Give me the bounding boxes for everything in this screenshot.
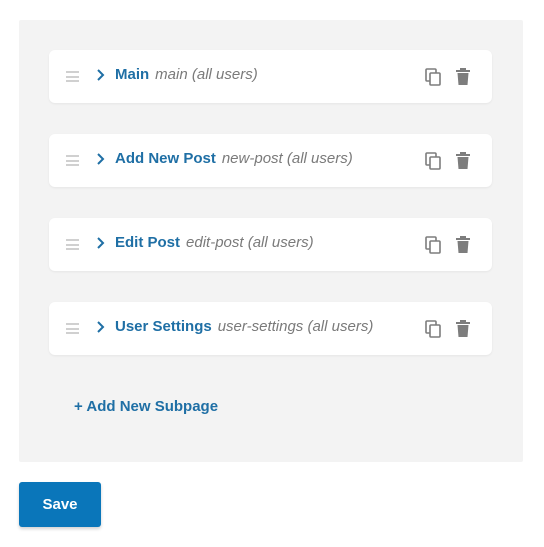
copy-icon[interactable] <box>425 152 441 170</box>
drag-handle-icon[interactable] <box>66 155 79 166</box>
subpage-title-text: User Settings <box>115 318 212 335</box>
subpage-title-text: Main <box>115 66 150 83</box>
subpage-title-text: Edit Post <box>115 234 181 251</box>
subpage-card: User Settings user-settings (all users) <box>49 302 492 355</box>
drag-handle-icon[interactable] <box>66 323 79 334</box>
subpage-card: Add New Post new-post (all users) <box>49 134 492 187</box>
subpage-title[interactable]: Edit Post edit-post (all users) <box>115 234 314 251</box>
copy-icon[interactable] <box>425 320 441 338</box>
trash-icon[interactable] <box>455 68 471 86</box>
chevron-right-icon[interactable] <box>95 319 107 335</box>
subpage-slug: edit-post (all users) <box>186 234 314 251</box>
chevron-right-icon[interactable] <box>95 67 107 83</box>
copy-icon[interactable] <box>425 236 441 254</box>
subpage-title[interactable]: Main main (all users) <box>115 66 258 83</box>
add-subpage-link[interactable]: + Add New Subpage <box>74 398 218 415</box>
subpages-panel: Main main (all users) Add New Post new-pos… <box>19 20 523 462</box>
subpage-slug: main (all users) <box>155 66 258 83</box>
copy-icon[interactable] <box>425 68 441 86</box>
drag-handle-icon[interactable] <box>66 239 79 250</box>
subpage-card: Edit Post edit-post (all users) <box>49 218 492 271</box>
subpage-card: Main main (all users) <box>49 50 492 103</box>
save-button[interactable]: Save <box>19 482 101 527</box>
drag-handle-icon[interactable] <box>66 71 79 82</box>
trash-icon[interactable] <box>455 320 471 338</box>
trash-icon[interactable] <box>455 236 471 254</box>
subpage-title[interactable]: Add New Post new-post (all users) <box>115 150 353 167</box>
subpage-title-text: Add New Post <box>115 150 216 167</box>
chevron-right-icon[interactable] <box>95 235 107 251</box>
subpage-slug: new-post (all users) <box>221 150 353 167</box>
subpage-title[interactable]: User Settings user-settings (all users) <box>115 318 373 335</box>
trash-icon[interactable] <box>455 152 471 170</box>
subpage-slug: user-settings (all users) <box>217 318 374 335</box>
chevron-right-icon[interactable] <box>95 151 107 167</box>
